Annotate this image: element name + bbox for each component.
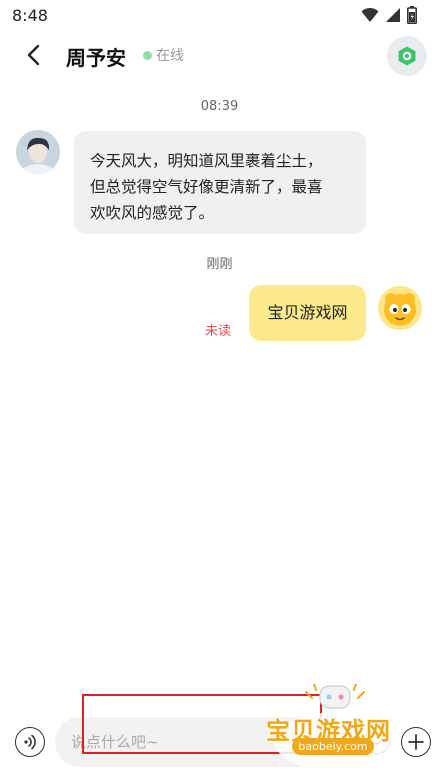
online-status-dot bbox=[143, 51, 152, 60]
battery-icon bbox=[407, 6, 417, 24]
shield-icon bbox=[398, 46, 416, 66]
contact-avatar[interactable] bbox=[16, 130, 60, 174]
status-icons bbox=[361, 6, 417, 24]
chevron-left-icon bbox=[27, 44, 40, 66]
avatar-image bbox=[378, 286, 422, 330]
safety-button[interactable] bbox=[387, 36, 427, 76]
wifi-icon bbox=[361, 7, 379, 22]
chat-header: 周予安 在线 bbox=[0, 34, 439, 78]
watermark-url: baobeiy.com bbox=[292, 738, 374, 755]
message-line: 但总觉得空气好像更清新了，最喜 bbox=[90, 178, 323, 196]
contact-name: 周予安 bbox=[66, 46, 126, 70]
avatar-image bbox=[16, 130, 60, 174]
message-timestamp: 刚刚 bbox=[206, 257, 233, 272]
message-bubble-sent[interactable]: 宝贝游戏网 bbox=[249, 285, 366, 341]
signal-icon bbox=[386, 8, 400, 22]
status-time: 8:48 bbox=[12, 6, 48, 25]
user-avatar[interactable] bbox=[378, 286, 422, 330]
online-status-text: 在线 bbox=[156, 48, 184, 64]
message-line: 今天风大，明知道风里裹着尘土， bbox=[90, 152, 323, 170]
back-button[interactable] bbox=[22, 42, 48, 68]
unread-status: 未读 bbox=[205, 324, 232, 339]
message-timestamp: 08:39 bbox=[200, 99, 239, 114]
message-line: 欢吹风的感觉了。 bbox=[90, 204, 215, 222]
voice-icon bbox=[24, 734, 36, 750]
voice-button[interactable] bbox=[15, 727, 45, 757]
status-bar: 8:48 bbox=[0, 0, 439, 32]
message-bubble-received[interactable]: 今天风大，明知道风里裹着尘土， 但总觉得空气好像更清新了，最喜 欢吹风的感觉了。 bbox=[74, 131, 366, 234]
